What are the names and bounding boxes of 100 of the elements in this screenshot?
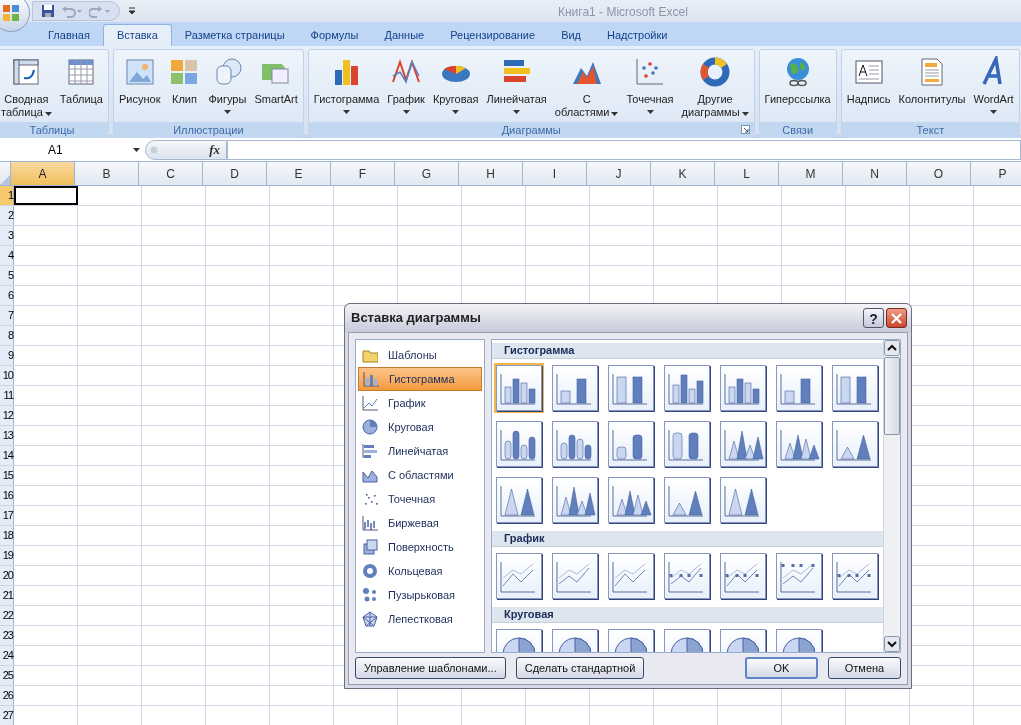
ribbon-button[interactable]: График bbox=[384, 50, 428, 122]
row-header[interactable]: 7 bbox=[0, 306, 14, 325]
column-header[interactable]: M bbox=[779, 162, 843, 185]
ribbon-button[interactable]: Гистограмма bbox=[310, 50, 383, 122]
scroll-thumb[interactable] bbox=[884, 357, 900, 435]
category-item[interactable]: Пузырьковая bbox=[358, 583, 482, 607]
chart-type-thumbnail[interactable] bbox=[718, 551, 768, 601]
dialog-button[interactable]: OK bbox=[745, 657, 818, 679]
row-header[interactable]: 23 bbox=[0, 626, 14, 645]
chart-type-thumbnail[interactable] bbox=[718, 419, 768, 469]
row-header[interactable]: 17 bbox=[0, 506, 14, 525]
category-item[interactable]: Шаблоны bbox=[358, 343, 482, 367]
ribbon-button[interactable]: Другие диаграммы bbox=[678, 50, 752, 122]
insert-function-button[interactable]: fx bbox=[209, 139, 220, 160]
category-item[interactable]: Лепестковая bbox=[358, 607, 482, 631]
ribbon-button[interactable]: Колонтитулы bbox=[895, 50, 969, 122]
column-header[interactable]: L bbox=[715, 162, 779, 185]
chart-type-thumbnail[interactable] bbox=[830, 419, 880, 469]
customize-toolbar-icon[interactable] bbox=[128, 7, 136, 15]
ribbon-button[interactable]: Гиперссылка bbox=[761, 50, 834, 122]
ribbon-tab[interactable]: Данные bbox=[371, 24, 438, 46]
ribbon-tab[interactable]: Вид bbox=[548, 24, 595, 46]
category-item[interactable]: С областями bbox=[358, 463, 482, 487]
row-header[interactable]: 3 bbox=[0, 226, 14, 245]
category-item[interactable]: Поверхность bbox=[358, 535, 482, 559]
row-header[interactable]: 27 bbox=[0, 706, 14, 725]
column-header[interactable]: A bbox=[11, 162, 75, 185]
chart-type-thumbnail[interactable] bbox=[830, 551, 880, 601]
ribbon-tab[interactable]: Рецензирование bbox=[437, 24, 549, 46]
ribbon-button[interactable]: SmartArt bbox=[251, 50, 301, 122]
row-header[interactable]: 15 bbox=[0, 466, 14, 485]
column-header[interactable]: K bbox=[651, 162, 715, 185]
ribbon-button[interactable]: Круговая bbox=[429, 50, 482, 122]
column-header[interactable]: H bbox=[459, 162, 523, 185]
row-header[interactable]: 9 bbox=[0, 346, 14, 365]
dialog-button[interactable]: Управление шаблонами... bbox=[355, 657, 506, 679]
column-header[interactable]: N bbox=[843, 162, 907, 185]
row-header[interactable]: 5 bbox=[0, 266, 14, 285]
chart-type-thumbnail[interactable] bbox=[606, 475, 656, 525]
row-header[interactable]: 22 bbox=[0, 606, 14, 625]
help-button[interactable]: ? bbox=[863, 308, 884, 328]
row-header[interactable]: 1 bbox=[0, 186, 14, 205]
row-header[interactable]: 14 bbox=[0, 446, 14, 465]
row-header[interactable]: 20 bbox=[0, 566, 14, 585]
column-header[interactable]: C bbox=[139, 162, 203, 185]
category-item[interactable]: График bbox=[358, 391, 482, 415]
formula-input[interactable] bbox=[227, 139, 1021, 160]
row-header[interactable]: 21 bbox=[0, 586, 14, 605]
chart-type-thumbnail[interactable] bbox=[606, 551, 656, 601]
save-icon[interactable] bbox=[41, 4, 55, 18]
column-header[interactable]: D bbox=[203, 162, 267, 185]
chart-type-thumbnail[interactable] bbox=[662, 475, 712, 525]
dialog-button[interactable]: Отмена bbox=[828, 657, 901, 679]
ribbon-button[interactable]: Рисунок bbox=[115, 50, 164, 122]
chart-type-thumbnail[interactable] bbox=[550, 551, 600, 601]
ribbon-tab[interactable]: Надстройки bbox=[594, 24, 681, 46]
column-header[interactable]: I bbox=[523, 162, 587, 185]
chart-type-thumbnail[interactable] bbox=[494, 475, 544, 525]
row-header[interactable]: 6 bbox=[0, 286, 14, 305]
chart-type-thumbnail[interactable] bbox=[494, 419, 544, 469]
row-header[interactable]: 4 bbox=[0, 246, 14, 265]
category-item[interactable]: Точечная bbox=[358, 487, 482, 511]
dialog-button[interactable]: Сделать стандартной bbox=[515, 657, 645, 679]
chart-type-thumbnail[interactable] bbox=[494, 363, 544, 413]
ribbon-tab[interactable]: Вставка bbox=[102, 24, 172, 46]
category-item[interactable]: Круговая bbox=[358, 415, 482, 439]
chart-type-thumbnail[interactable] bbox=[718, 363, 768, 413]
ribbon-button[interactable]: Фигуры bbox=[205, 50, 250, 122]
column-header[interactable]: P bbox=[971, 162, 1021, 185]
column-header[interactable]: F bbox=[331, 162, 395, 185]
column-header[interactable]: J bbox=[587, 162, 651, 185]
category-item[interactable]: Линейчатая bbox=[358, 439, 482, 463]
name-box[interactable]: A1 bbox=[0, 139, 145, 160]
chart-type-thumbnail[interactable] bbox=[662, 551, 712, 601]
row-header[interactable]: 26 bbox=[0, 686, 14, 705]
chart-type-thumbnail[interactable] bbox=[774, 551, 824, 601]
ribbon-button[interactable]: Клип bbox=[165, 50, 204, 122]
ribbon-tab[interactable]: Главная bbox=[35, 24, 103, 46]
chart-type-thumbnail[interactable] bbox=[550, 363, 600, 413]
chart-type-thumbnail[interactable] bbox=[718, 475, 768, 525]
column-header[interactable]: B bbox=[75, 162, 139, 185]
scroll-up-icon[interactable] bbox=[884, 340, 900, 356]
column-header[interactable]: E bbox=[267, 162, 331, 185]
row-header[interactable]: 11 bbox=[0, 386, 14, 405]
active-cell[interactable] bbox=[14, 186, 78, 205]
ribbon-button[interactable]: Линейчатая bbox=[483, 50, 550, 122]
scrollbar[interactable] bbox=[883, 340, 900, 652]
row-header[interactable]: 10 bbox=[0, 366, 14, 385]
chart-type-thumbnail[interactable] bbox=[606, 363, 656, 413]
chart-type-thumbnail[interactable] bbox=[550, 419, 600, 469]
category-item[interactable]: Биржевая bbox=[358, 511, 482, 535]
row-header[interactable]: 19 bbox=[0, 546, 14, 565]
ribbon-button[interactable]: Таблица bbox=[56, 50, 106, 122]
ribbon-button[interactable]: С областями bbox=[551, 50, 622, 122]
chart-type-thumbnail[interactable] bbox=[662, 363, 712, 413]
chart-type-thumbnail[interactable] bbox=[606, 419, 656, 469]
row-header[interactable]: 12 bbox=[0, 406, 14, 425]
row-header[interactable]: 25 bbox=[0, 666, 14, 685]
dialog-launcher-icon[interactable] bbox=[740, 125, 750, 134]
row-header[interactable]: 8 bbox=[0, 326, 14, 345]
